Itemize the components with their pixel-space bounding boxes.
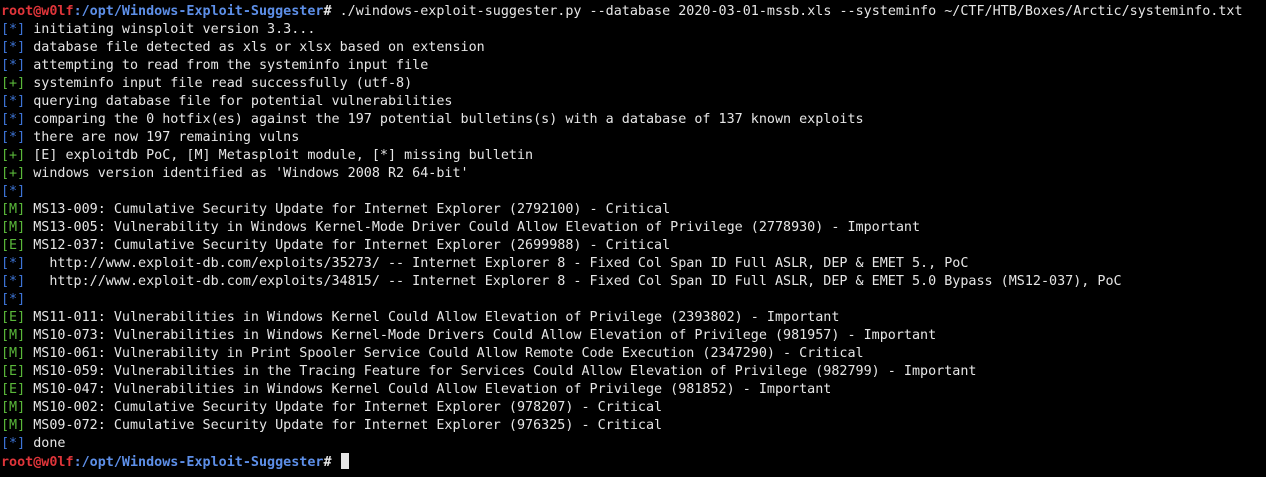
status-tag: [E]	[1, 364, 26, 379]
output-line: [+] windows version identified as 'Windo…	[1, 165, 1243, 183]
status-tag: [M]	[1, 328, 26, 343]
output-line: [*] initiating winsploit version 3.3...	[1, 21, 1243, 39]
output-text: [E] exploitdb PoC, [M] Metasploit module…	[25, 148, 534, 163]
prompt-symbol: #	[323, 4, 340, 19]
output-line: [*] http://www.exploit-db.com/exploits/3…	[1, 273, 1243, 291]
output-line: [*] http://www.exploit-db.com/exploits/3…	[1, 255, 1243, 273]
text-cursor[interactable]	[340, 453, 349, 469]
terminal-window[interactable]: root@w0lf:/opt/Windows-Exploit-Suggester…	[0, 0, 1266, 477]
status-tag: [*]	[1, 274, 26, 289]
command-text: ./windows-exploit-suggester.py --databas…	[339, 4, 1243, 19]
status-tag: [E]	[1, 238, 26, 253]
output-text: there are now 197 remaining vulns	[25, 130, 300, 145]
output-text: comparing the 0 hotfix(es) against the 1…	[25, 112, 864, 127]
output-line: [M] MS10-073: Vulnerabilities in Windows…	[1, 327, 1243, 345]
output-line: [*] attempting to read from the systemin…	[1, 57, 1243, 75]
output-text: windows version identified as 'Windows 2…	[25, 166, 469, 181]
status-tag: [M]	[1, 418, 26, 433]
output-text: http://www.exploit-db.com/exploits/34815…	[25, 274, 1122, 289]
output-line: [E] MS10-047: Vulnerabilities in Windows…	[1, 381, 1243, 399]
output-text: MS11-011: Vulnerabilities in Windows Ker…	[25, 310, 840, 325]
output-line: [*] querying database file for potential…	[1, 93, 1243, 111]
prompt-path: :/opt/Windows-Exploit-Suggester	[73, 455, 324, 470]
status-tag: [*]	[1, 256, 26, 271]
status-tag: [+]	[1, 166, 26, 181]
output-line: [+] [E] exploitdb PoC, [M] Metasploit mo…	[1, 147, 1243, 165]
output-text: MS10-061: Vulnerability in Print Spooler…	[25, 346, 864, 361]
output-line: [E] MS10-059: Vulnerabilities in the Tra…	[1, 363, 1243, 381]
prompt-symbol: #	[323, 455, 340, 470]
output-line: [+] systeminfo input file read successfu…	[1, 75, 1243, 93]
output-text: database file detected as xls or xlsx ba…	[25, 40, 485, 55]
output-text: systeminfo input file read successfully …	[25, 76, 413, 91]
command-line: root@w0lf:/opt/Windows-Exploit-Suggester…	[1, 3, 1243, 21]
output-line: [E] MS12-037: Cumulative Security Update…	[1, 237, 1243, 255]
output-text: MS10-073: Vulnerabilities in Windows Ker…	[25, 328, 937, 343]
output-text: initiating winsploit version 3.3...	[25, 22, 316, 37]
scrolled-off-line-fragment	[0, 0, 1266, 2]
status-tag: [*]	[1, 112, 26, 127]
status-tag: [*]	[1, 58, 26, 73]
status-tag: [E]	[1, 310, 26, 325]
output-text: done	[25, 436, 66, 451]
output-line: [M] MS13-005: Vulnerability in Windows K…	[1, 219, 1243, 237]
status-tag: [*]	[1, 94, 26, 109]
prompt-user-host: root@w0lf	[1, 4, 74, 19]
output-line: [M] MS10-002: Cumulative Security Update…	[1, 399, 1243, 417]
status-tag: [+]	[1, 148, 26, 163]
output-text: querying database file for potential vul…	[25, 94, 453, 109]
output-text: MS13-005: Vulnerability in Windows Kerne…	[25, 220, 921, 235]
output-line: [*] database file detected as xls or xls…	[1, 39, 1243, 57]
output-line: [*]	[1, 183, 1243, 201]
active-prompt-line[interactable]: root@w0lf:/opt/Windows-Exploit-Suggester…	[1, 453, 1243, 471]
status-tag: [*]	[1, 22, 26, 37]
status-tag: [E]	[1, 382, 26, 397]
output-text: MS09-072: Cumulative Security Update for…	[25, 418, 663, 433]
output-line: [E] MS11-011: Vulnerabilities in Windows…	[1, 309, 1243, 327]
output-line: [*]	[1, 291, 1243, 309]
output-line: [*] comparing the 0 hotfix(es) against t…	[1, 111, 1243, 129]
output-text: MS10-059: Vulnerabilities in the Tracing…	[25, 364, 977, 379]
output-block: [*] initiating winsploit version 3.3...[…	[1, 21, 1243, 453]
status-tag: [M]	[1, 202, 26, 217]
output-text: attempting to read from the systeminfo i…	[25, 58, 429, 73]
output-line: [M] MS09-072: Cumulative Security Update…	[1, 417, 1243, 435]
status-tag: [*]	[1, 292, 26, 307]
status-tag: [M]	[1, 346, 26, 361]
status-tag: [*]	[1, 40, 26, 55]
status-tag: [*]	[1, 436, 26, 451]
output-line: [M] MS10-061: Vulnerability in Print Spo…	[1, 345, 1243, 363]
prompt-path: :/opt/Windows-Exploit-Suggester	[73, 4, 324, 19]
output-text: MS10-047: Vulnerabilities in Windows Ker…	[25, 382, 832, 397]
status-tag: [*]	[1, 184, 26, 199]
output-line: [M] MS13-009: Cumulative Security Update…	[1, 201, 1243, 219]
terminal-output: root@w0lf:/opt/Windows-Exploit-Suggester…	[1, 3, 1243, 471]
status-tag: [M]	[1, 400, 26, 415]
output-text: MS13-009: Cumulative Security Update for…	[25, 202, 671, 217]
status-tag: [*]	[1, 130, 26, 145]
output-text: MS10-002: Cumulative Security Update for…	[25, 400, 663, 415]
output-line: [*] done	[1, 435, 1243, 453]
status-tag: [M]	[1, 220, 26, 235]
output-text: MS12-037: Cumulative Security Update for…	[25, 238, 671, 253]
prompt-user-host: root@w0lf	[1, 455, 74, 470]
output-text: http://www.exploit-db.com/exploits/35273…	[25, 256, 969, 271]
output-line: [*] there are now 197 remaining vulns	[1, 129, 1243, 147]
status-tag: [+]	[1, 76, 26, 91]
